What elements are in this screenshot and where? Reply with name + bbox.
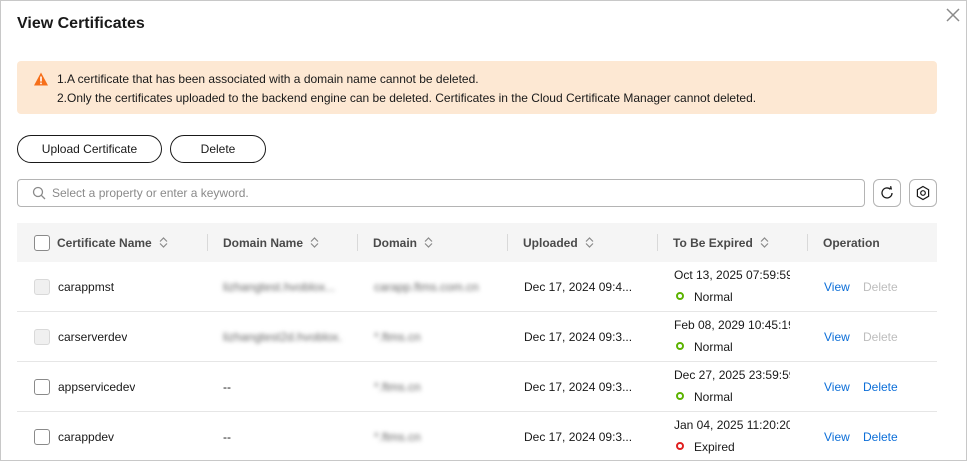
search-input[interactable] bbox=[52, 181, 852, 205]
upload-certificate-button[interactable]: Upload Certificate bbox=[17, 135, 162, 163]
table-row: carappdev -- *.ftms.cn Dec 17, 2024 09:3… bbox=[17, 412, 937, 460]
row-checkbox[interactable] bbox=[34, 379, 50, 395]
expiry-time: Oct 13, 2025 07:59:59 bbox=[674, 268, 790, 282]
search-box[interactable] bbox=[17, 179, 865, 207]
status-expired-icon bbox=[676, 442, 684, 450]
certificate-name: carappmst bbox=[58, 280, 115, 294]
expiry-time: Feb 08, 2029 10:45:19 bbox=[674, 318, 790, 332]
delete-link[interactable]: Delete bbox=[863, 380, 898, 394]
delete-button[interactable]: Delete bbox=[170, 135, 266, 163]
warning-icon bbox=[33, 71, 49, 87]
search-icon bbox=[32, 186, 46, 200]
delete-link[interactable]: Delete bbox=[863, 430, 898, 444]
view-link[interactable]: View bbox=[824, 380, 850, 394]
refresh-button[interactable] bbox=[873, 179, 901, 207]
certificate-name: appservicedev bbox=[58, 380, 136, 394]
column-uploaded[interactable]: Uploaded bbox=[523, 223, 595, 262]
sort-icon bbox=[585, 237, 594, 248]
uploaded-time: Dec 17, 2024 09:4... bbox=[524, 280, 633, 294]
domain: *.ftms.cn bbox=[374, 430, 421, 444]
table-row: carserverdev lizhangtest2d.hvoblox... *.… bbox=[17, 312, 937, 362]
table-header: Certificate Name Domain Name Domain Uplo… bbox=[17, 223, 937, 262]
view-link[interactable]: View bbox=[824, 330, 850, 344]
status-text: Normal bbox=[694, 290, 733, 304]
domain-name: -- bbox=[223, 380, 231, 394]
row-checkbox bbox=[34, 329, 50, 345]
column-certificate-name[interactable]: Certificate Name bbox=[57, 223, 169, 262]
domain-name: -- bbox=[223, 430, 231, 444]
status-text: Expired bbox=[694, 440, 735, 454]
domain: *.ftms.cn bbox=[374, 330, 421, 344]
domain: *.ftms.cn bbox=[374, 380, 421, 394]
refresh-icon bbox=[881, 186, 893, 199]
warning-alert: 1.A certificate that has been associated… bbox=[17, 61, 937, 114]
alert-line-2: 2.Only the certificates uploaded to the … bbox=[57, 91, 757, 105]
status-normal-icon bbox=[676, 342, 684, 350]
uploaded-time: Dec 17, 2024 09:3... bbox=[524, 430, 633, 444]
sort-icon bbox=[159, 237, 168, 248]
close-icon[interactable] bbox=[943, 5, 963, 25]
status-normal-icon bbox=[676, 292, 684, 300]
domain: carapp.ftms.com.cn bbox=[374, 280, 479, 294]
uploaded-time: Dec 17, 2024 09:3... bbox=[524, 380, 633, 394]
column-domain[interactable]: Domain bbox=[373, 223, 434, 262]
alert-line-1: 1.A certificate that has been associated… bbox=[57, 72, 479, 86]
view-certificates-dialog: View Certificates 1.A certificate that h… bbox=[0, 0, 967, 461]
sort-icon bbox=[760, 237, 769, 248]
view-link[interactable]: View bbox=[824, 280, 850, 294]
gear-icon bbox=[916, 185, 930, 201]
certificate-name: carappdev bbox=[58, 430, 115, 444]
status-text: Normal bbox=[694, 390, 733, 404]
dialog-title: View Certificates bbox=[17, 15, 145, 32]
column-operation: Operation bbox=[823, 235, 880, 250]
certificate-name: carserverdev bbox=[58, 330, 128, 344]
delete-link-disabled: Delete bbox=[863, 280, 898, 294]
delete-link-disabled: Delete bbox=[863, 330, 898, 344]
table-row: carappmst lizhangtest.hvoblox... carapp.… bbox=[17, 262, 937, 312]
row-checkbox[interactable] bbox=[34, 429, 50, 445]
row-checkbox bbox=[34, 279, 50, 295]
domain-name: lizhangtest2d.hvoblox... bbox=[223, 330, 343, 344]
sort-icon bbox=[310, 237, 319, 248]
settings-button[interactable] bbox=[909, 179, 937, 207]
certificates-table: Certificate Name Domain Name Domain Uplo… bbox=[17, 223, 937, 460]
view-link[interactable]: View bbox=[824, 430, 850, 444]
sort-icon bbox=[424, 237, 433, 248]
expiry-time: Jan 04, 2025 11:20:20 bbox=[674, 418, 790, 432]
status-normal-icon bbox=[676, 392, 684, 400]
column-domain-name[interactable]: Domain Name bbox=[223, 223, 320, 262]
status-text: Normal bbox=[694, 340, 733, 354]
expiry-time: Dec 27, 2025 23:59:59 bbox=[674, 368, 790, 382]
uploaded-time: Dec 17, 2024 09:3... bbox=[524, 330, 633, 344]
table-row: appservicedev -- *.ftms.cn Dec 17, 2024 … bbox=[17, 362, 937, 412]
select-all-checkbox[interactable] bbox=[34, 235, 50, 251]
domain-name: lizhangtest.hvoblox... bbox=[223, 280, 336, 294]
column-to-be-expired[interactable]: To Be Expired bbox=[673, 223, 770, 262]
